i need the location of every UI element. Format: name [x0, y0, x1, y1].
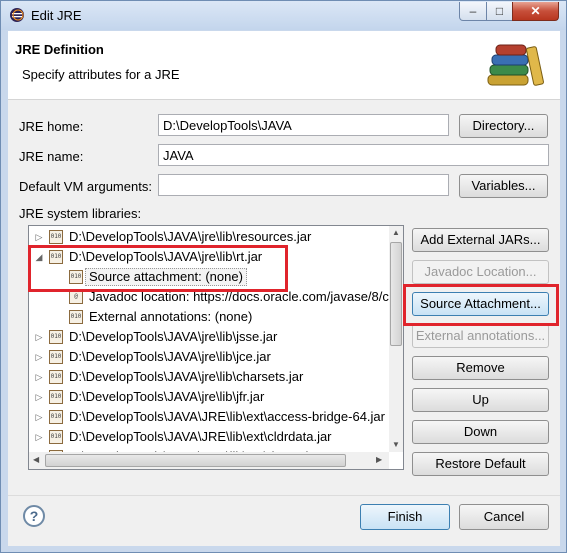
library-attribute-label: External annotations: (none)	[89, 309, 253, 324]
library-row[interactable]: ▷ 010 D:\DevelopTools\JAVA\jre\lib\resourc…	[29, 227, 389, 247]
jar-file-icon: 010	[49, 350, 63, 364]
library-path: D:\DevelopTools\JAVA\jre\lib\charsets.ja…	[69, 369, 304, 384]
javadoc-location-button[interactable]: Javadoc Location...	[412, 260, 549, 284]
close-button[interactable]: ✕	[512, 2, 559, 21]
library-row[interactable]: ▷ 010 D:\DevelopTools\JAVA\jre\lib\jce.jar	[29, 347, 389, 367]
edit-jre-dialog: Edit JRE – □ ✕ JRE Definition Specify at…	[0, 0, 567, 553]
jre-home-input[interactable]: D:\DevelopTools\JAVA	[158, 114, 449, 136]
jar-file-icon: 010	[49, 430, 63, 444]
expand-arrow-icon[interactable]: ▷	[33, 387, 45, 407]
window-title: Edit JRE	[31, 8, 82, 23]
down-button[interactable]: Down	[412, 420, 549, 444]
header-subtitle: Specify attributes for a JRE	[22, 67, 180, 82]
minimize-button[interactable]: –	[459, 2, 487, 21]
jar-file-icon: 010	[49, 370, 63, 384]
directory-button[interactable]: Directory...	[459, 114, 548, 138]
library-path: D:\DevelopTools\JAVA\jre\lib\jfr.jar	[69, 389, 265, 404]
expand-arrow-icon[interactable]: ▷	[33, 347, 45, 367]
vm-args-input[interactable]	[158, 174, 449, 196]
rt-jar-highlight-box	[28, 245, 288, 292]
annotations-icon: 010	[69, 310, 83, 324]
remove-button[interactable]: Remove	[412, 356, 549, 380]
library-path: D:\DevelopTools\JAVA\jre\lib\jce.jar	[69, 349, 271, 364]
library-row[interactable]: ▷ 010 D:\DevelopTools\JAVA\jre\lib\charset…	[29, 367, 389, 387]
vm-args-label: Default VM arguments:	[19, 179, 152, 194]
library-path: D:\DevelopTools\JAVA\JRE\lib\ext\cldrdat…	[69, 429, 332, 444]
expand-arrow-icon[interactable]: ▷	[33, 227, 45, 247]
library-row[interactable]: ▷ 010 D:\DevelopTools\JAVA\jre\lib\jsse.ja…	[29, 327, 389, 347]
library-path: D:\DevelopTools\JAVA\JRE\lib\ext\access-…	[69, 409, 385, 424]
scroll-left-arrow-icon[interactable]: ◀	[33, 455, 39, 464]
jar-file-icon: 010	[49, 410, 63, 424]
expand-arrow-icon[interactable]: ▷	[33, 367, 45, 387]
maximize-button[interactable]: □	[486, 2, 513, 21]
books-icon	[487, 44, 544, 86]
external-annotations-button[interactable]: External annotations...	[412, 324, 549, 348]
horizontal-scroll-thumb[interactable]	[45, 454, 346, 467]
cancel-button[interactable]: Cancel	[459, 504, 549, 530]
jar-file-icon: 010	[49, 390, 63, 404]
title-bar[interactable]: Edit JRE – □ ✕	[1, 1, 566, 30]
help-icon[interactable]: ?	[23, 505, 45, 527]
jre-home-label: JRE home:	[19, 119, 84, 134]
vertical-scrollbar[interactable]: ▲ ▼	[389, 226, 403, 452]
library-row[interactable]: ▷ 010 D:\DevelopTools\JAVA\JRE\lib\ext\acc…	[29, 407, 389, 427]
vertical-scroll-thumb[interactable]	[390, 242, 402, 346]
library-row[interactable]: ▷ 010 D:\DevelopTools\JAVA\jre\lib\jfr.jar	[29, 387, 389, 407]
jre-name-input[interactable]: JAVA	[158, 144, 549, 166]
add-external-jars-button[interactable]: Add External JARs...	[412, 228, 549, 252]
expand-arrow-icon[interactable]: ▷	[33, 327, 45, 347]
scroll-up-arrow-icon[interactable]: ▲	[392, 228, 400, 237]
jar-file-icon: 010	[49, 230, 63, 244]
javadoc-icon: @	[69, 290, 83, 304]
library-path: D:\DevelopTools\JAVA\jre\lib\resources.j…	[69, 229, 312, 244]
jre-name-label: JRE name:	[19, 149, 84, 164]
finish-button[interactable]: Finish	[360, 504, 450, 530]
expand-arrow-icon[interactable]: ▷	[33, 427, 45, 447]
jar-file-icon: 010	[49, 330, 63, 344]
header-title: JRE Definition	[15, 42, 104, 57]
source-attachment-highlight-box	[403, 284, 559, 326]
up-button[interactable]: Up	[412, 388, 549, 412]
library-row[interactable]: ▷ 010 D:\DevelopTools\JAVA\JRE\lib\ext\cld…	[29, 427, 389, 447]
variables-button[interactable]: Variables...	[459, 174, 548, 198]
footer-divider	[8, 495, 560, 496]
eclipse-icon	[10, 8, 24, 22]
scroll-down-arrow-icon[interactable]: ▼	[392, 440, 400, 449]
library-attribute-row[interactable]: 010 External annotations: (none)	[29, 307, 389, 327]
jre-libraries-label: JRE system libraries:	[19, 206, 142, 221]
expand-arrow-icon[interactable]: ▷	[33, 407, 45, 427]
dialog-header: JRE Definition Specify attributes for a …	[8, 31, 560, 100]
restore-default-button[interactable]: Restore Default	[412, 452, 549, 476]
library-path: D:\DevelopTools\JAVA\jre\lib\jsse.jar	[69, 329, 278, 344]
scroll-right-arrow-icon[interactable]: ▶	[376, 455, 382, 464]
horizontal-scrollbar[interactable]: ◀ ▶	[29, 452, 389, 469]
